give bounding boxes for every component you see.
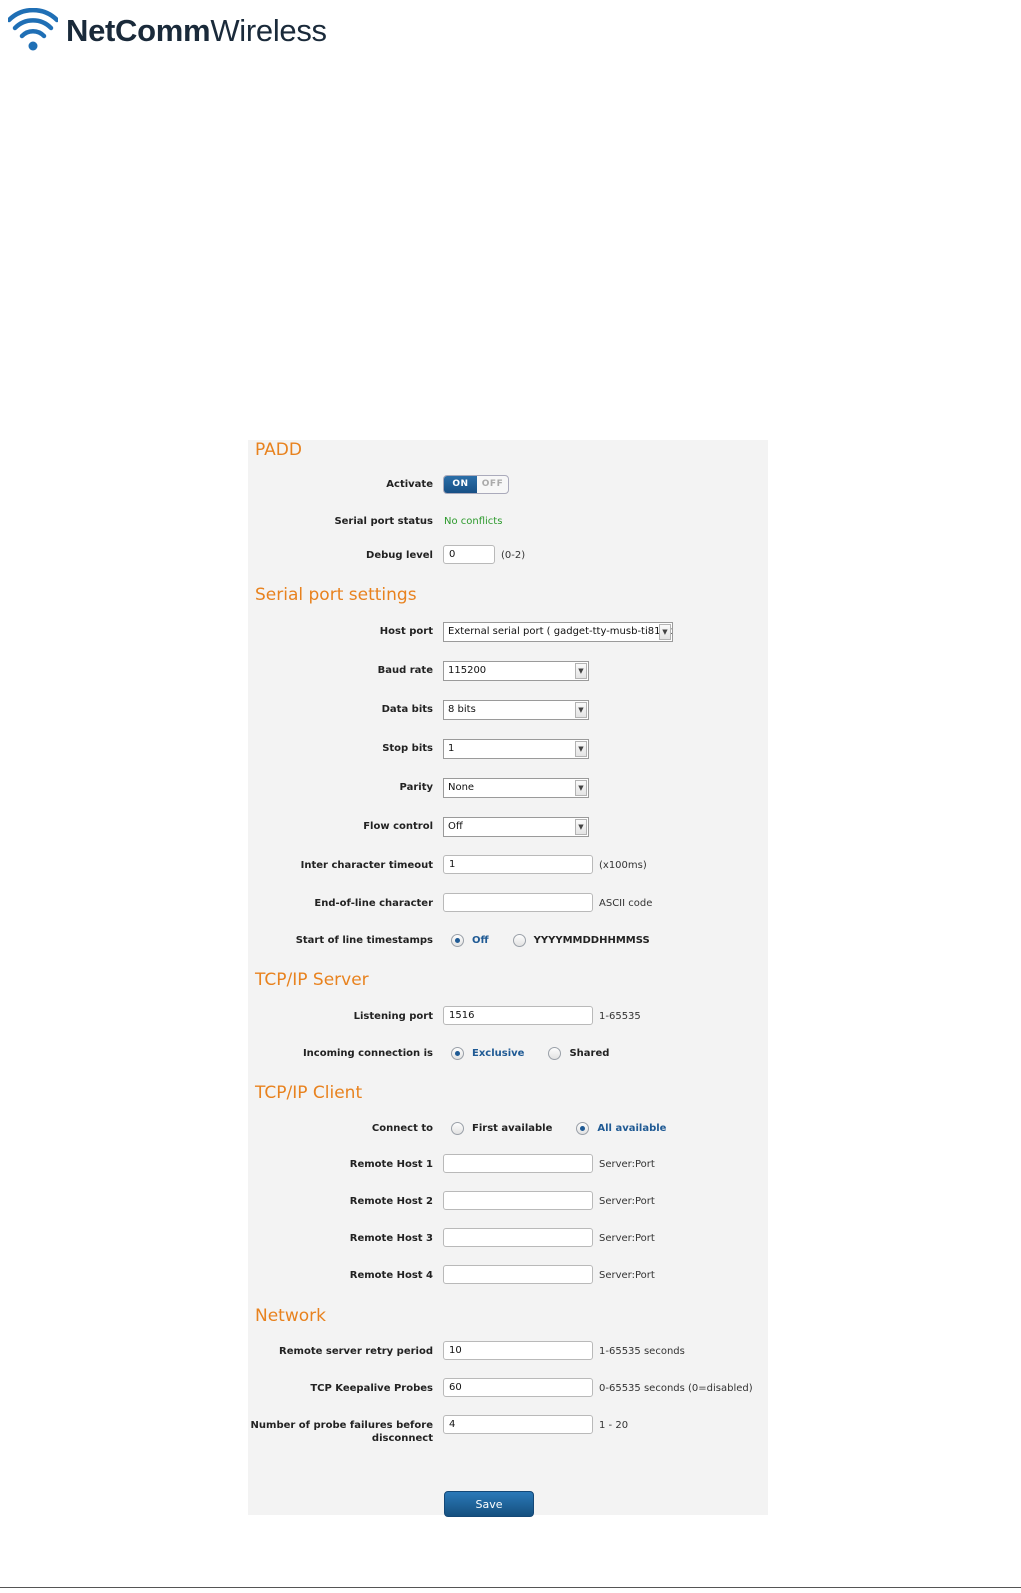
- inter-character-timeout-input[interactable]: 1: [443, 855, 593, 874]
- remote-host-4-hint: Server:Port: [599, 1270, 655, 1281]
- section-title-tcp-client: TCP/IP Client: [255, 1083, 363, 1103]
- flow-control-select[interactable]: Off ▼: [443, 817, 589, 837]
- chevron-down-icon[interactable]: ▼: [575, 663, 587, 679]
- listening-port-input[interactable]: 1516: [443, 1006, 593, 1025]
- serial-port-status-value: No conflicts: [444, 516, 503, 527]
- all-available-label[interactable]: All available: [597, 1123, 666, 1134]
- toggle-on[interactable]: ON: [444, 476, 477, 493]
- probe-failures-input[interactable]: 4: [443, 1415, 593, 1434]
- remote-host-1-input[interactable]: [443, 1154, 593, 1173]
- timestamps-label: Start of line timestamps: [295, 935, 433, 946]
- exclusive-radio[interactable]: [451, 1046, 464, 1060]
- probe-failures-label: Number of probe failures before disconne…: [250, 1420, 433, 1444]
- remote-host-4-input[interactable]: [443, 1265, 593, 1284]
- keepalive-probes-hint: 0-65535 seconds (0=disabled): [599, 1383, 753, 1394]
- chevron-down-icon[interactable]: ▼: [659, 624, 671, 640]
- first-available-radio[interactable]: [451, 1121, 464, 1135]
- flow-control-label: Flow control: [363, 821, 433, 832]
- activate-toggle[interactable]: ON OFF: [443, 475, 509, 494]
- brand-name: NetCommWireless: [66, 13, 327, 48]
- padd-settings-panel: PADD Activate ON OFF Serial port status …: [248, 440, 768, 1517]
- toggle-off[interactable]: OFF: [477, 476, 508, 493]
- inter-character-timeout-label: Inter character timeout: [300, 860, 433, 871]
- incoming-connection-radio-group: Exclusive Shared: [451, 1045, 609, 1061]
- data-bits-select[interactable]: 8 bits ▼: [443, 700, 589, 720]
- debug-level-hint: (0-2): [501, 550, 526, 561]
- data-bits-label: Data bits: [381, 704, 433, 715]
- timestamps-off-label[interactable]: Off: [472, 935, 489, 946]
- host-port-select[interactable]: External serial port ( gadget-tty-musb-t…: [443, 622, 673, 642]
- shared-label[interactable]: Shared: [569, 1048, 609, 1059]
- listening-port-label: Listening port: [353, 1011, 433, 1022]
- keepalive-probes-label: TCP Keepalive Probes: [310, 1383, 433, 1394]
- remote-host-1-hint: Server:Port: [599, 1159, 655, 1170]
- all-available-radio[interactable]: [576, 1121, 590, 1135]
- exclusive-label[interactable]: Exclusive: [472, 1048, 524, 1059]
- stop-bits-label: Stop bits: [382, 743, 433, 754]
- section-title-tcp-server: TCP/IP Server: [255, 970, 369, 990]
- wifi-logo-icon: [8, 8, 58, 51]
- timestamps-format-radio[interactable]: [512, 933, 526, 947]
- footer-divider: [0, 1587, 1021, 1588]
- retry-period-input[interactable]: 10: [443, 1341, 593, 1360]
- save-button[interactable]: Save: [444, 1491, 534, 1517]
- timestamps-off-radio[interactable]: [451, 933, 464, 947]
- retry-period-label: Remote server retry period: [279, 1346, 433, 1357]
- baud-rate-select[interactable]: 115200 ▼: [443, 661, 589, 681]
- connect-to-radio-group: First available All available: [451, 1120, 666, 1136]
- timestamps-radio-group: Off YYYYMMDDHHMMSS: [451, 932, 650, 948]
- first-available-label[interactable]: First available: [472, 1123, 552, 1134]
- remote-host-2-hint: Server:Port: [599, 1196, 655, 1207]
- timestamps-format-label[interactable]: YYYYMMDDHHMMSS: [534, 935, 650, 946]
- section-title-network: Network: [255, 1306, 326, 1326]
- remote-host-2-label: Remote Host 2: [349, 1196, 433, 1207]
- remote-host-3-input[interactable]: [443, 1228, 593, 1247]
- chevron-down-icon[interactable]: ▼: [575, 819, 587, 835]
- keepalive-probes-input[interactable]: 60: [443, 1378, 593, 1397]
- end-of-line-label: End-of-line character: [314, 898, 433, 909]
- remote-host-1-label: Remote Host 1: [349, 1159, 433, 1170]
- chevron-down-icon[interactable]: ▼: [575, 780, 587, 796]
- parity-label: Parity: [399, 782, 433, 793]
- host-port-label: Host port: [379, 626, 433, 637]
- chevron-down-icon[interactable]: ▼: [575, 702, 587, 718]
- netcomm-logo: NetCommWireless: [8, 6, 327, 56]
- section-title-padd: PADD: [255, 440, 302, 460]
- probe-failures-hint: 1 - 20: [599, 1420, 629, 1431]
- end-of-line-input[interactable]: [443, 893, 593, 912]
- remote-host-3-label: Remote Host 3: [349, 1233, 433, 1244]
- stop-bits-select[interactable]: 1 ▼: [443, 739, 589, 759]
- debug-level-input[interactable]: 0: [443, 545, 495, 564]
- section-title-serial: Serial port settings: [255, 585, 417, 605]
- inter-character-timeout-hint: (x100ms): [599, 860, 647, 871]
- serial-port-status-label: Serial port status: [334, 516, 433, 527]
- connect-to-label: Connect to: [371, 1123, 433, 1134]
- remote-host-4-label: Remote Host 4: [349, 1270, 433, 1281]
- activate-label: Activate: [386, 479, 433, 490]
- listening-port-hint: 1-65535: [599, 1011, 641, 1022]
- parity-select[interactable]: None ▼: [443, 778, 589, 798]
- debug-level-label: Debug level: [366, 550, 433, 561]
- remote-host-2-input[interactable]: [443, 1191, 593, 1210]
- shared-radio[interactable]: [548, 1046, 562, 1060]
- chevron-down-icon[interactable]: ▼: [575, 741, 587, 757]
- incoming-connection-label: Incoming connection is: [302, 1048, 433, 1059]
- baud-rate-label: Baud rate: [377, 665, 433, 676]
- end-of-line-hint: ASCII code: [599, 898, 653, 909]
- remote-host-3-hint: Server:Port: [599, 1233, 655, 1244]
- retry-period-hint: 1-65535 seconds: [599, 1346, 685, 1357]
